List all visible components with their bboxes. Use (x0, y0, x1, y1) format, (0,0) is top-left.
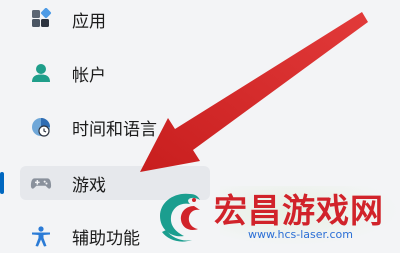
sidebar-item-apps[interactable]: 应用 (20, 2, 210, 36)
sidebar-item-label: 应用 (72, 11, 106, 32)
apps-icon (30, 8, 52, 30)
sidebar-item-label: 辅助功能 (72, 228, 140, 249)
globe-clock-icon (30, 116, 52, 138)
sidebar-item-label: 时间和语言 (72, 119, 157, 140)
person-icon (30, 62, 52, 84)
gamepad-icon (30, 172, 52, 194)
watermark-title: 宏昌游戏网 (214, 191, 384, 230)
active-indicator (0, 172, 4, 194)
sidebar-item-accounts[interactable]: 帐户 (20, 56, 210, 90)
watermark-url: www.hcs-laser.com (248, 228, 353, 241)
dragon-logo-icon (160, 193, 200, 242)
sidebar-item-label: 帐户 (72, 65, 106, 86)
watermark: 宏昌游戏网 www.hcs-laser.com (150, 182, 400, 250)
accessibility-icon (30, 225, 52, 247)
sidebar-item-time-language[interactable]: 时间和语言 (20, 110, 210, 144)
sidebar-item-label: 游戏 (72, 175, 106, 196)
